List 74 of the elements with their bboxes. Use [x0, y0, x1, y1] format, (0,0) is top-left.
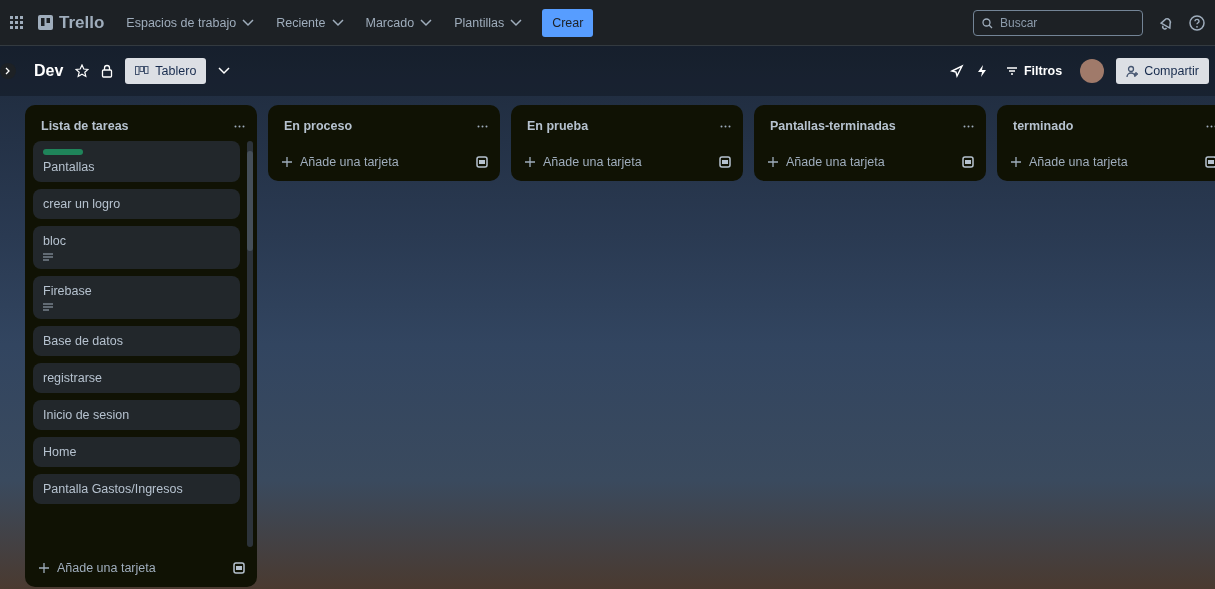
nav-menu[interactable]: Plantillas: [446, 9, 531, 36]
more-icon[interactable]: [1206, 124, 1215, 128]
card-title: Home: [43, 445, 78, 459]
task-card[interactable]: Pantalla Gastos/Ingresos: [33, 474, 240, 504]
more-icon[interactable]: [477, 124, 488, 128]
template-icon[interactable]: [233, 562, 245, 574]
chevron-down-icon: [242, 18, 255, 27]
star-icon[interactable]: [75, 64, 90, 78]
task-card[interactable]: Pantallas: [33, 141, 240, 182]
template-icon[interactable]: [962, 156, 974, 168]
plus-icon: [525, 157, 535, 167]
list-title[interactable]: Pantallas-terminadas: [770, 119, 896, 133]
add-person-icon: [1126, 64, 1140, 78]
app-grid-icon[interactable]: [10, 15, 24, 30]
template-icon[interactable]: [476, 156, 488, 168]
card-title: crear un logro: [43, 197, 122, 211]
list-title[interactable]: Lista de tareas: [41, 119, 129, 133]
card-title: bloc: [43, 234, 67, 248]
app-logo-text[interactable]: Trello: [59, 12, 105, 33]
board-title[interactable]: Dev: [34, 62, 64, 80]
add-card-button[interactable]: Añade una tarjeta: [1011, 155, 1128, 169]
nav-menu[interactable]: Reciente: [268, 9, 352, 36]
chevron-down-icon: [420, 18, 433, 27]
board-logo-icon: [38, 15, 53, 30]
list-title[interactable]: En prueba: [527, 119, 589, 133]
task-card[interactable]: Home: [33, 437, 240, 467]
add-card-button[interactable]: Añade una tarjeta: [282, 155, 399, 169]
chevron-down-icon: [510, 18, 523, 27]
help-icon[interactable]: [1189, 14, 1205, 31]
lock-icon[interactable]: [101, 64, 114, 78]
lightning-icon[interactable]: [975, 64, 988, 78]
list-title[interactable]: En proceso: [284, 119, 353, 133]
list-title[interactable]: terminado: [1013, 119, 1074, 133]
card-title: Pantallas: [43, 160, 96, 174]
plus-icon: [39, 563, 49, 573]
task-card[interactable]: crear un logro: [33, 189, 240, 219]
nav-menu[interactable]: Marcado: [357, 9, 441, 36]
plus-icon: [768, 157, 778, 167]
view-switcher[interactable]: [218, 67, 231, 75]
task-card[interactable]: Firebase: [33, 276, 240, 319]
plus-icon: [1011, 157, 1021, 167]
add-card-button[interactable]: Añade una tarjeta: [768, 155, 885, 169]
card-title: Firebase: [43, 284, 93, 298]
scrollbar[interactable]: [247, 141, 253, 547]
share-button[interactable]: Compartir: [1116, 58, 1209, 84]
card-title: Pantalla Gastos/Ingresos: [43, 482, 184, 496]
chevron-down-icon: [218, 67, 231, 75]
template-icon[interactable]: [1205, 156, 1215, 168]
chevron-down-icon: [331, 18, 344, 27]
search-field[interactable]: Buscar: [973, 9, 1143, 36]
more-icon[interactable]: [234, 124, 245, 128]
plus-icon: [282, 157, 292, 167]
user-avatar[interactable]: [1080, 59, 1105, 83]
more-icon[interactable]: [963, 124, 974, 128]
more-icon[interactable]: [720, 124, 731, 128]
add-card-button[interactable]: Añade una tarjeta: [39, 561, 156, 575]
filter-icon: [1005, 66, 1018, 76]
task-card[interactable]: Base de datos: [33, 326, 240, 356]
card-title: Base de datos: [43, 334, 124, 348]
task-card[interactable]: bloc: [33, 226, 240, 269]
chevron-right-icon: [5, 67, 11, 75]
create-button[interactable]: Crear: [542, 8, 594, 37]
board-view-button[interactable]: Tablero: [125, 58, 207, 84]
card-title: Inicio de sesion: [43, 408, 131, 422]
nav-menu[interactable]: Espacios de trabajo: [118, 9, 263, 36]
task-card[interactable]: Inicio de sesion: [33, 400, 240, 430]
task-card[interactable]: registrarse: [33, 363, 240, 393]
card-title: registrarse: [43, 371, 104, 385]
add-card-button[interactable]: Añade una tarjeta: [525, 155, 642, 169]
search-icon: [982, 17, 993, 29]
template-icon[interactable]: [719, 156, 731, 168]
board-icon: [135, 66, 150, 76]
filters-button[interactable]: Filtros: [999, 63, 1069, 79]
sidebar-toggle[interactable]: [0, 63, 16, 79]
